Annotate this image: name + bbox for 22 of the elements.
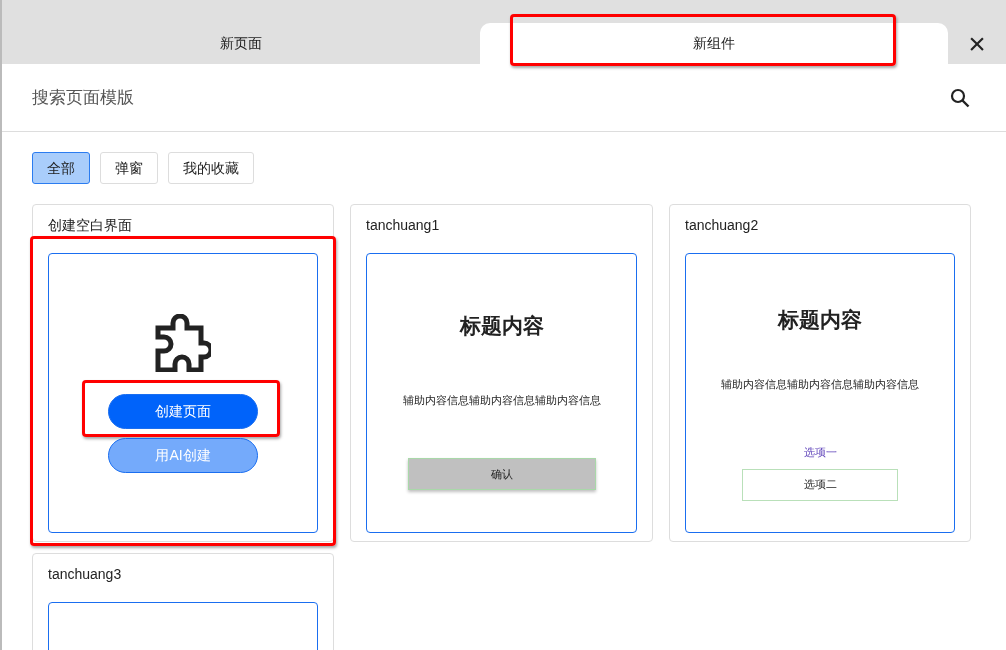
card-title: tanchuang2 xyxy=(685,216,760,235)
confirm-button[interactable]: 确认 xyxy=(407,458,596,490)
filter-chip[interactable]: 全部 xyxy=(32,152,90,184)
template-card[interactable]: tanchuang3 xyxy=(32,553,334,650)
filter-chip[interactable]: 我的收藏 xyxy=(168,152,254,184)
card-title: 创建空白界面 xyxy=(48,216,133,235)
dialog-heading: 标题内容 xyxy=(778,307,862,333)
search-field[interactable]: 搜索页面模版 xyxy=(32,84,950,111)
search-icon[interactable] xyxy=(950,87,970,108)
option-button[interactable]: 选项二 xyxy=(742,468,898,501)
card-title: tanchuang3 xyxy=(48,565,123,584)
template-card[interactable]: tanchuang2 标题内容 辅助内容信息辅助内容信息辅助内容信息 选项一 选项二 xyxy=(669,204,971,542)
create-button[interactable]: 创建页面 xyxy=(108,394,258,429)
dialog-body-text: 辅助内容信息辅助内容信息辅助内容信息 xyxy=(721,376,919,392)
tab[interactable]: 新组件 xyxy=(480,23,948,64)
puzzle-icon xyxy=(155,314,211,372)
card-title: tanchuang1 xyxy=(366,216,441,235)
template-card[interactable]: tanchuang1 标题内容 辅助内容信息辅助内容信息辅助内容信息 确认 xyxy=(350,204,653,542)
dialog-heading: 标题内容 xyxy=(459,313,544,339)
filter-chip[interactable]: 弹窗 xyxy=(100,152,158,184)
dialog-body-text: 辅助内容信息辅助内容信息辅助内容信息 xyxy=(402,392,601,408)
option-link[interactable]: 选项一 xyxy=(803,444,837,461)
